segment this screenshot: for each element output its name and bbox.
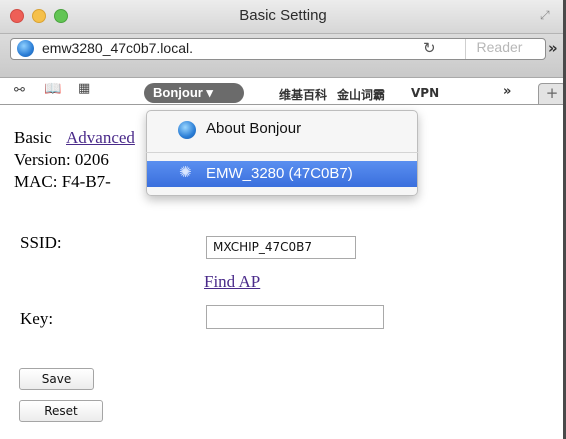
bookmark-item[interactable]: 金山词霸	[337, 86, 385, 103]
menu-separator	[146, 152, 418, 153]
find-ap-link[interactable]: Find AP	[204, 272, 260, 292]
reset-button[interactable]: Reset	[19, 400, 103, 422]
top-sites-icon[interactable]: ▦	[78, 81, 90, 96]
mac-text: MAC: F4-B7-	[14, 172, 111, 191]
toolbar-overflow-button[interactable]: »	[548, 39, 558, 57]
reader-button[interactable]: Reader	[465, 39, 533, 59]
key-input[interactable]	[206, 305, 384, 329]
reload-icon[interactable]: ↻	[423, 39, 436, 57]
bookmarks-overflow-button[interactable]: »	[503, 84, 511, 99]
bookmarks-icon[interactable]: 📖	[44, 81, 61, 97]
device-menu-item[interactable]: EMW_3280 (47C0B7)	[206, 165, 353, 182]
advanced-link[interactable]: Advanced	[66, 128, 135, 148]
about-bonjour-menu-item[interactable]: About Bonjour	[206, 120, 301, 137]
ssid-label: SSID:	[20, 233, 62, 252]
address-text[interactable]: emw3280_47c0b7.local.	[42, 40, 193, 56]
device-icon: ✺	[179, 163, 192, 181]
bonjour-menu-button[interactable]: Bonjour ▾	[144, 83, 244, 103]
fullscreen-icon[interactable]: ⤢	[540, 8, 556, 24]
bookmark-item[interactable]: VPN	[411, 86, 439, 100]
new-tab-button[interactable]: +	[538, 83, 566, 105]
key-label: Key:	[20, 309, 54, 328]
bonjour-globe-icon	[178, 121, 196, 139]
ssid-input[interactable]: MXCHIP_47C0B7	[206, 236, 356, 259]
save-button[interactable]: Save	[19, 368, 94, 390]
bookmark-item[interactable]: 维基百科	[279, 86, 327, 103]
globe-icon	[17, 40, 34, 57]
nav-basic: Basic	[14, 128, 52, 147]
reading-list-icon[interactable]: ⚯	[14, 83, 25, 98]
window-title: Basic Setting	[239, 7, 327, 24]
chrome-divider	[0, 104, 566, 105]
version-text: Version: 0206	[14, 150, 109, 169]
